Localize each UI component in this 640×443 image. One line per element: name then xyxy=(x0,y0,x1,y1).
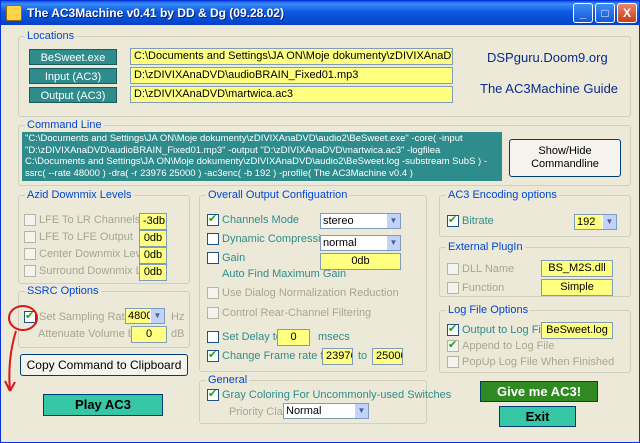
gray-coloring-label: Gray Coloring For Uncommonly-used Switch… xyxy=(222,389,452,401)
external-plugin-legend: External PlugIn xyxy=(448,241,523,253)
log-file-legend: Log File Options xyxy=(448,304,529,316)
lfe-lr-checkbox[interactable] xyxy=(24,214,36,226)
set-delay-checkbox[interactable] xyxy=(207,331,219,343)
dynamic-compression-select[interactable]: normal ▼ xyxy=(320,235,401,251)
guide-link[interactable]: The AC3Machine Guide xyxy=(480,81,618,96)
besweet-path-field[interactable]: C:\Documents and Settings\JA ON\Moje dok… xyxy=(130,48,453,65)
bitrate-label: Bitrate xyxy=(462,215,494,227)
frame-rate-to[interactable]: 25000 xyxy=(372,348,403,365)
output-log-label: Output to Log File xyxy=(462,324,550,336)
exit-button[interactable]: Exit xyxy=(499,406,576,427)
overall-output-legend: Overall Output Configuatrion xyxy=(208,189,348,201)
lfe-output-checkbox[interactable] xyxy=(24,231,36,243)
db-unit: dB xyxy=(171,328,185,340)
function-value[interactable]: Simple xyxy=(541,279,613,296)
dynamic-compression-checkbox[interactable] xyxy=(207,233,219,245)
change-frame-rate-checkbox[interactable] xyxy=(207,348,219,362)
dialog-normalization-label: Use Dialog Normalization Reduction xyxy=(222,287,399,299)
general-legend: General xyxy=(208,374,248,386)
popup-log-label: PopUp Log File When Finished xyxy=(462,356,615,368)
app-icon xyxy=(6,5,22,21)
besweet-path-button[interactable]: BeSweet.exe xyxy=(29,49,117,65)
sampling-rate-select[interactable]: 48000 ▼ xyxy=(125,308,165,324)
copy-command-button[interactable]: Copy Command to Clipboard xyxy=(20,354,188,376)
channels-mode-label: Channels Mode xyxy=(222,214,300,226)
hz-unit: Hz xyxy=(171,311,185,323)
channels-mode-select[interactable]: stereo ▼ xyxy=(320,213,401,229)
dynamic-compression-label: Dynamic Compression xyxy=(222,233,333,245)
dynamic-compression-value: normal xyxy=(323,237,357,249)
downmix-legend: Azid Downmix Levels xyxy=(27,189,132,201)
chevron-down-icon: ▼ xyxy=(150,309,164,323)
priority-class-select[interactable]: Normal ▼ xyxy=(283,403,369,419)
surround-downmix-value[interactable]: 0db xyxy=(139,264,167,281)
frame-rate-from[interactable]: 23976 xyxy=(322,348,353,365)
frame-rate-to-label: to xyxy=(358,350,368,362)
play-ac3-button[interactable]: Play AC3 xyxy=(43,394,163,416)
dialog-normalization-checkbox[interactable] xyxy=(207,287,219,299)
title-bar[interactable]: The AC3Machine v0.41 by DD & Dg (09.28.0… xyxy=(1,1,639,25)
command-line-text: "C:\Documents and Settings\JA ON\Moje do… xyxy=(22,132,502,181)
maximize-button[interactable]: □ xyxy=(595,3,615,23)
gain-checkbox[interactable] xyxy=(207,252,219,264)
gray-coloring-checkbox[interactable] xyxy=(207,387,219,401)
auto-find-gain-label[interactable]: Auto Find Maximum Gain xyxy=(222,268,346,280)
append-log-label: Append to Log File xyxy=(462,340,555,352)
channels-mode-value: stereo xyxy=(323,215,354,227)
dll-name-label: DLL Name xyxy=(462,263,515,275)
input-path-field[interactable]: D:\zDIVIXAnaDVD\audioBRAIN_Fixed01.mp3 xyxy=(130,67,453,84)
lfe-output-value[interactable]: 0db xyxy=(139,230,167,247)
bitrate-select[interactable]: 192 ▼ xyxy=(574,214,617,230)
delay-value[interactable]: 0 xyxy=(277,329,310,346)
gain-label: Gain xyxy=(222,252,246,264)
chevron-down-icon: ▼ xyxy=(386,214,400,228)
chevron-down-icon: ▼ xyxy=(386,236,400,250)
function-checkbox[interactable] xyxy=(447,282,459,294)
set-delay-label: Set Delay to xyxy=(222,331,282,343)
window-title: The AC3Machine v0.41 by DD & Dg (09.28.0… xyxy=(27,6,284,20)
popup-log-checkbox[interactable] xyxy=(447,356,459,368)
center-downmix-value[interactable]: 0db xyxy=(139,247,167,264)
app-window: The AC3Machine v0.41 by DD & Dg (09.28.0… xyxy=(0,0,640,443)
log-file-name[interactable]: BeSweet.log xyxy=(541,322,613,339)
command-line-legend: Command Line xyxy=(27,119,102,131)
attenuate-value[interactable]: 0 xyxy=(131,326,167,343)
center-downmix-checkbox[interactable] xyxy=(24,248,36,260)
channels-mode-checkbox[interactable] xyxy=(207,212,219,226)
rear-channel-filtering-label: Control Rear-Channel Filtering xyxy=(222,307,372,319)
rear-channel-filtering-checkbox[interactable] xyxy=(207,307,219,319)
append-log-checkbox[interactable] xyxy=(447,338,459,352)
output-log-checkbox[interactable] xyxy=(447,322,459,336)
function-label: Function xyxy=(462,282,505,294)
site-link[interactable]: DSPguru.Doom9.org xyxy=(487,50,608,65)
minimize-button[interactable]: _ xyxy=(573,3,593,23)
output-ac3-button[interactable]: Output (AC3) xyxy=(29,87,117,103)
attenuate-label: Attenuate Volume by xyxy=(38,328,140,340)
priority-class-value: Normal xyxy=(286,405,322,417)
msecs-unit: msecs xyxy=(318,331,350,343)
give-me-ac3-button[interactable]: Give me AC3! xyxy=(480,381,598,402)
lfe-lr-label: LFE To LR Channels xyxy=(39,214,141,226)
chevron-down-icon: ▼ xyxy=(602,215,616,229)
lfe-lr-value[interactable]: -3db xyxy=(139,213,167,230)
locations-legend: Locations xyxy=(27,30,75,42)
ac3-encoding-legend: AC3 Encoding options xyxy=(448,189,557,201)
red-circle-annotation xyxy=(4,305,38,392)
lfe-output-label: LFE To LFE Output xyxy=(39,231,133,243)
chevron-down-icon: ▼ xyxy=(354,404,368,418)
dll-name-checkbox[interactable] xyxy=(447,263,459,275)
bitrate-checkbox[interactable] xyxy=(447,213,459,227)
output-path-field[interactable]: D:\zDIVIXAnaDVD\martwica.ac3 xyxy=(130,86,453,103)
close-button[interactable]: X xyxy=(617,3,637,23)
show-hide-commandline-button[interactable]: Show/Hide Commandline xyxy=(509,139,621,177)
ssrc-legend: SSRC Options xyxy=(27,285,99,297)
surround-downmix-checkbox[interactable] xyxy=(24,265,36,277)
dll-name-value[interactable]: BS_M2S.dll xyxy=(541,260,613,277)
input-ac3-button[interactable]: Input (AC3) xyxy=(29,68,117,84)
center-downmix-label: Center Downmix Level xyxy=(39,248,150,260)
bitrate-value: 192 xyxy=(577,216,596,228)
